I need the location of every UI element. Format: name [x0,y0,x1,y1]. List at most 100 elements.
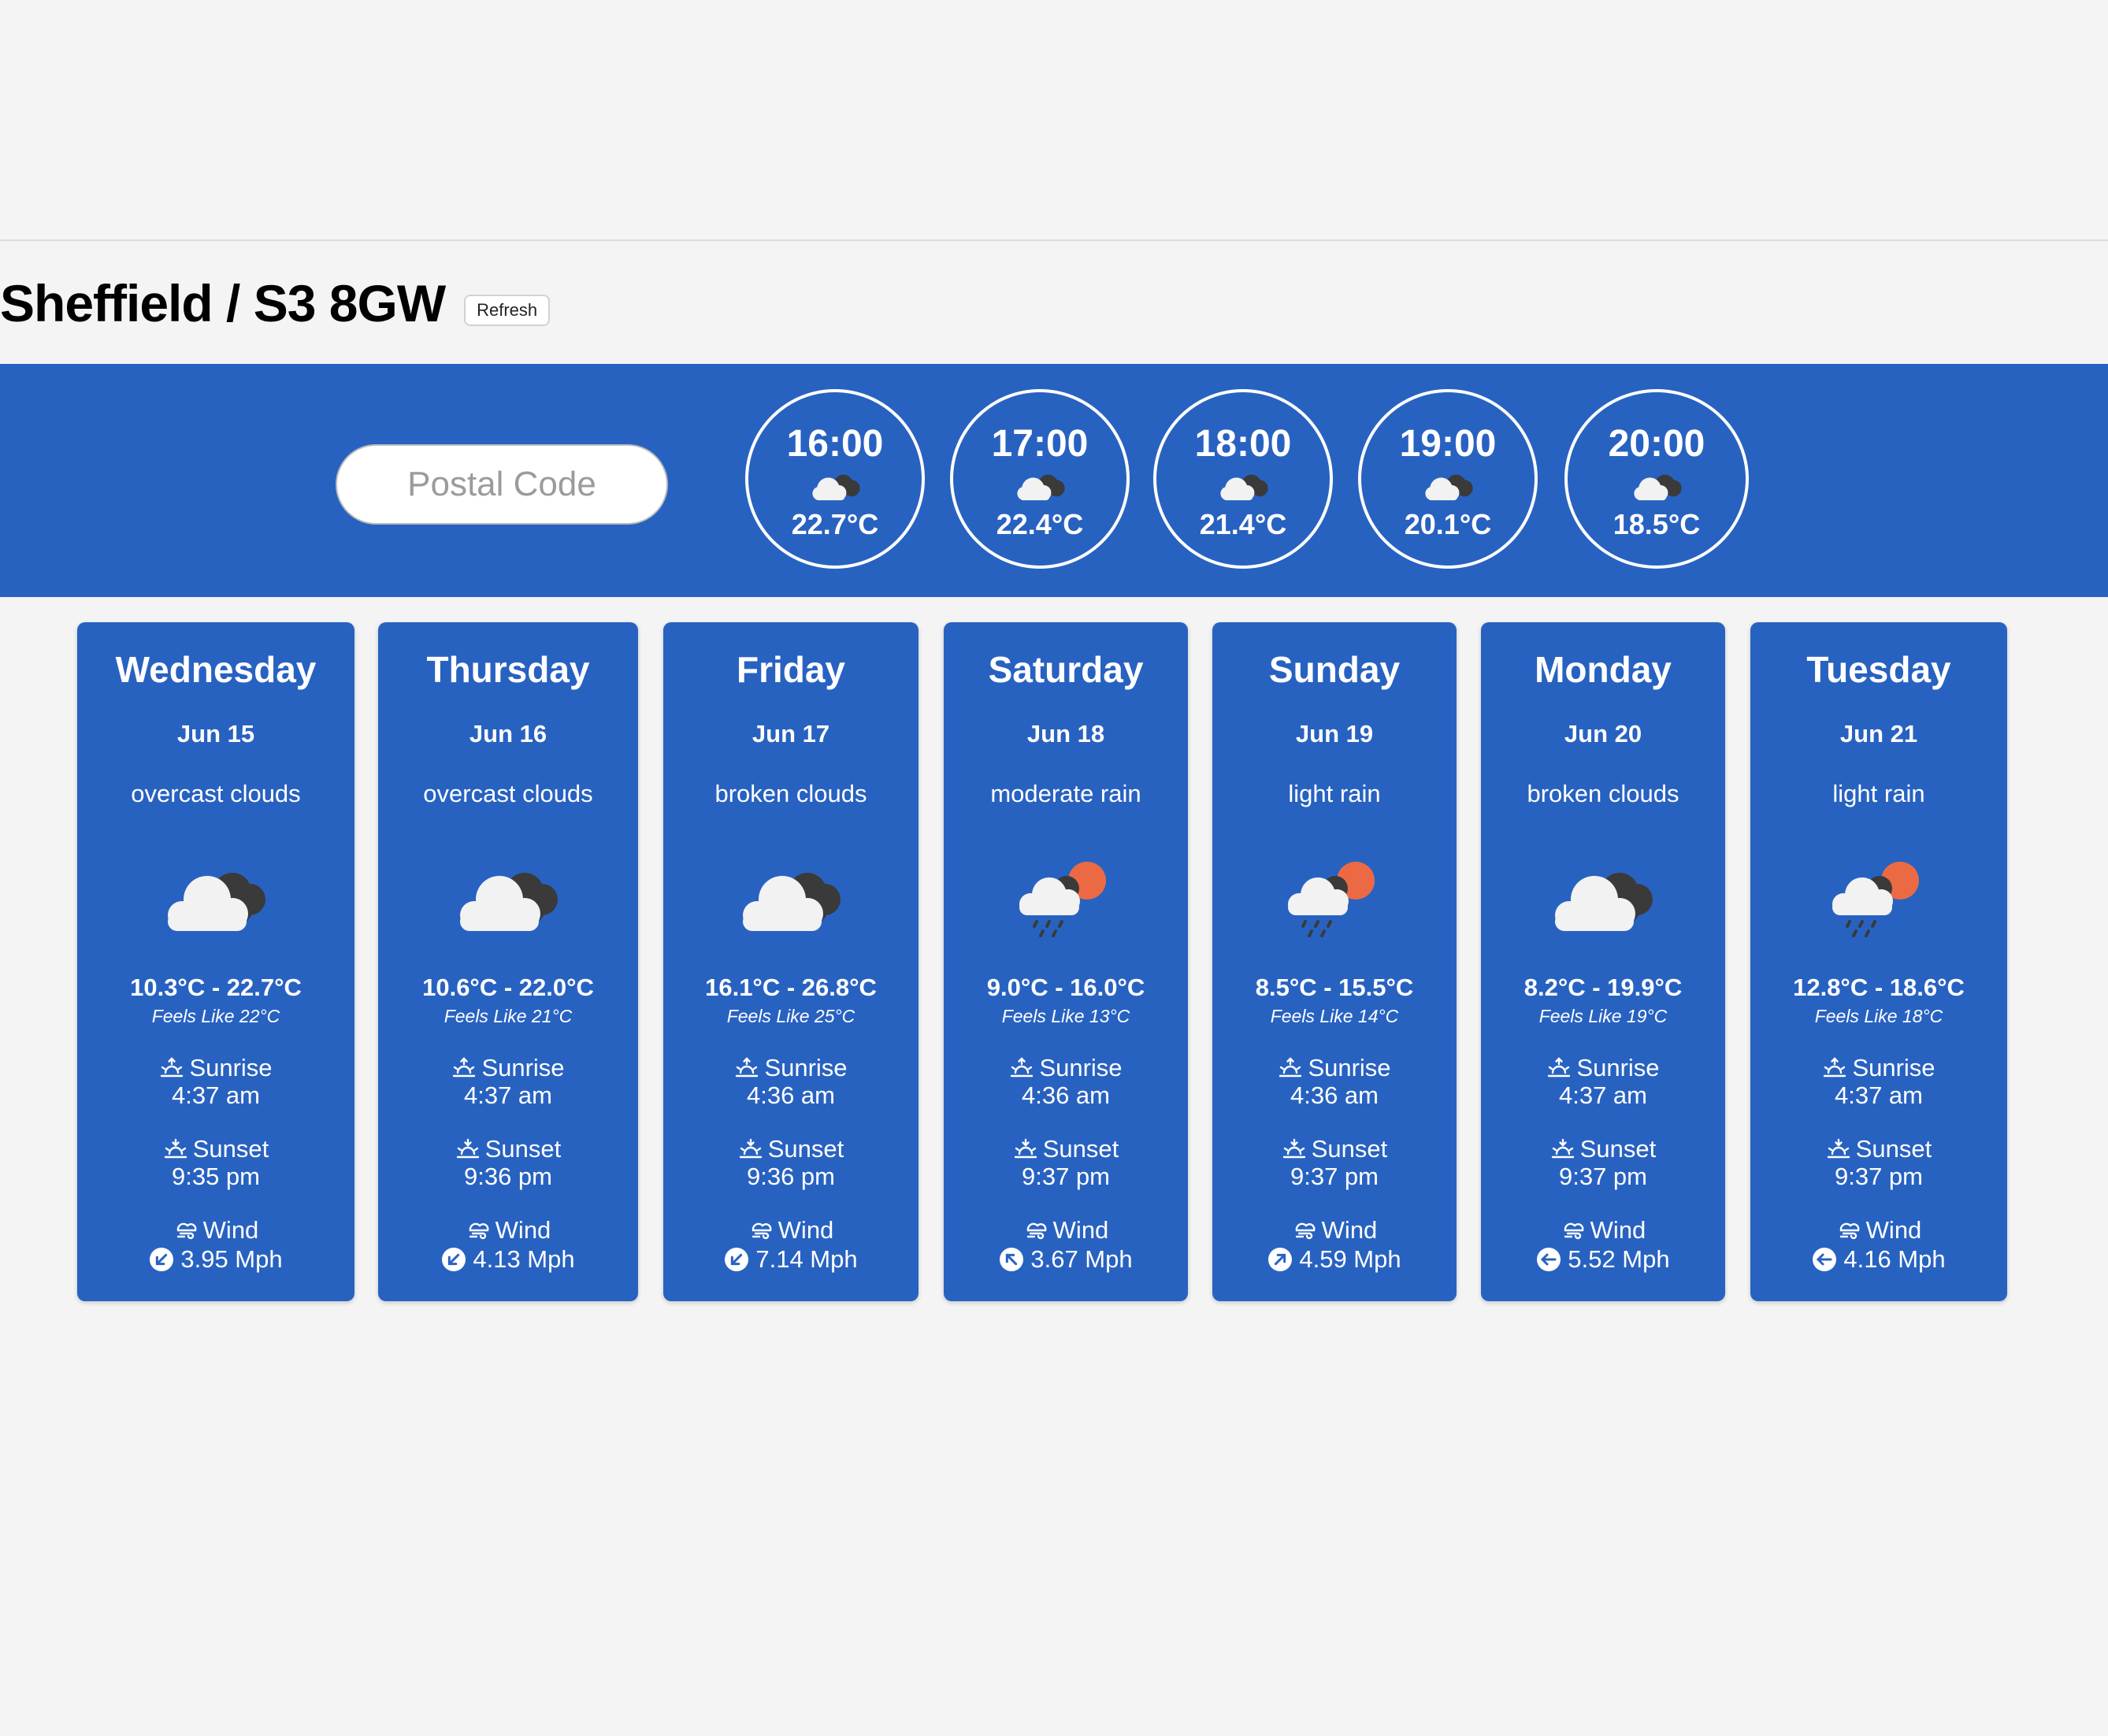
sunset-icon [456,1138,479,1159]
wind-speed-row: 3.95 Mph [77,1245,354,1274]
day-date: Jun 20 [1564,720,1642,747]
wind-label-text: Wind [1052,1216,1109,1244]
sunset-time: 9:36 pm [746,1163,835,1190]
hourly-item: 20:00 18.5°C [1564,389,1749,569]
cloud-icon [743,873,841,931]
sunrise-icon [1824,1057,1846,1078]
sunset-time: 9:35 pm [171,1163,260,1190]
day-name: Monday [1535,649,1672,690]
wind-label-text: Wind [495,1216,551,1244]
hourly-temp: 18.5°C [1613,508,1701,540]
day-card: Sunday Jun 19 light rain 8.5°C - 15.5°C … [1212,622,1457,1301]
sunrise-time: 4:36 am [1021,1081,1110,1109]
hourly-item: 19:00 20.1°C [1358,389,1538,569]
up-right-arrow-icon [1268,1248,1293,1271]
day-name: Saturday [988,649,1144,690]
sunrise-label: Sunrise [1481,1054,1725,1082]
wind-speed: 7.14 Mph [755,1245,858,1273]
sunrise-time: 4:36 am [746,1081,835,1109]
hourly-item: 16:00 22.7°C [745,389,925,569]
day-name: Wednesday [115,649,317,690]
cloud-icon [168,873,265,931]
sunrise-label-text: Sunrise [481,1054,565,1081]
sunset-icon [739,1138,762,1159]
sunset-label-text: Sunset [767,1135,844,1163]
day-name: Friday [736,649,846,690]
hourly-temp: 20.1°C [1404,508,1492,540]
hourly-time: 19:00 [1399,423,1497,465]
rain-sun-icon [1831,860,1921,937]
cloud-icon [1634,474,1682,501]
sunset-time: 9:37 pm [1021,1163,1110,1190]
wind-icon [1295,1222,1316,1240]
feels-like: Feels Like 25°C [726,1006,855,1026]
wind-icon [1564,1222,1584,1240]
wind-icon [752,1222,772,1240]
sunrise-label: Sunrise [77,1054,354,1082]
rain-sun-icon [1018,860,1108,937]
wind-label: Wind [944,1216,1188,1245]
day-date: Jun 15 [176,720,255,747]
sunset-icon [1827,1138,1850,1159]
sunset-label-text: Sunset [1855,1135,1932,1163]
cloud-icon [1017,474,1065,501]
day-name: Sunday [1268,649,1401,690]
postal-code-input[interactable] [336,444,668,525]
day-name: Thursday [426,649,590,690]
sunrise-label-text: Sunrise [189,1054,273,1081]
sunrise-label-text: Sunrise [1576,1054,1660,1081]
day-description: broken clouds [1527,780,1679,807]
sunrise-time: 4:37 am [1834,1081,1923,1109]
wind-speed: 3.95 Mph [180,1245,283,1273]
wind-label: Wind [1481,1216,1725,1245]
down-left-arrow-icon [442,1248,466,1271]
wind-speed-row: 3.67 Mph [944,1245,1188,1274]
wind-icon [1026,1222,1047,1240]
temp-range: 10.3°C - 22.7°C [130,974,302,1001]
cloud-icon [1425,474,1473,501]
sunrise-icon [453,1057,476,1078]
header-divider [0,239,2108,241]
refresh-button[interactable]: Refresh [464,295,551,326]
cloud-icon [1220,474,1268,501]
temp-range: 16.1°C - 26.8°C [705,974,877,1001]
temp-range: 10.6°C - 22.0°C [422,974,594,1001]
sunrise-time: 4:37 am [171,1081,260,1109]
sunset-icon [1551,1138,1574,1159]
sunrise-label-text: Sunrise [1308,1054,1391,1081]
temp-range: 9.0°C - 16.0°C [986,974,1145,1001]
day-name: Tuesday [1806,649,1951,690]
page-title: Sheffield / S3 8GW [0,274,446,332]
day-card: Wednesday Jun 15 overcast clouds 10.3°C … [77,622,354,1301]
sunrise-icon [1548,1057,1571,1078]
sunset-label: Sunset [1481,1135,1725,1163]
up-left-arrow-icon [1000,1248,1024,1271]
day-date: Jun 19 [1295,720,1374,747]
wind-label-text: Wind [1590,1216,1646,1244]
temp-range: 8.2°C - 19.9°C [1523,974,1683,1001]
sunrise-label: Sunrise [1750,1054,2007,1082]
hourly-temp: 22.7°C [791,508,879,540]
cloud-icon [812,474,860,501]
sunrise-time: 4:37 am [1558,1081,1647,1109]
hourly-item: 17:00 22.4°C [950,389,1130,569]
feels-like: Feels Like 19°C [1538,1006,1668,1026]
wind-label-text: Wind [778,1216,834,1244]
wind-speed-row: 7.14 Mph [663,1245,919,1274]
sunrise-label: Sunrise [663,1054,919,1082]
cloud-icon [460,873,558,931]
day-date: Jun 21 [1839,720,1918,747]
sunset-label: Sunset [77,1135,354,1163]
sunrise-label-text: Sunrise [1852,1054,1935,1081]
day-card: Friday Jun 17 broken clouds 16.1°C - 26.… [663,622,919,1301]
wind-speed: 4.16 Mph [1843,1245,1946,1273]
sunrise-label: Sunrise [1212,1054,1457,1082]
day-description: overcast clouds [131,780,301,807]
left-arrow-icon [1537,1248,1561,1271]
hourly-time: 16:00 [786,423,884,465]
feels-like: Feels Like 21°C [443,1006,573,1026]
feels-like: Feels Like 18°C [1814,1006,1943,1026]
wind-speed: 4.59 Mph [1299,1245,1401,1273]
wind-label: Wind [663,1216,919,1245]
sunrise-icon [161,1057,184,1078]
